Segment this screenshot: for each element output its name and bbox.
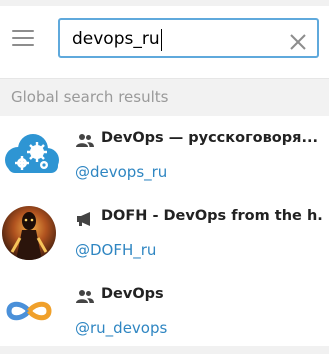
group-icon [75,289,95,305]
search-result-item[interactable]: DOFH - DevOps from the h... @DOFH_ru [0,194,329,272]
text-caret [161,29,162,51]
result-title: DevOps [101,286,164,302]
result-username: @DOFH_ru [75,241,157,259]
bottom-divider [0,346,329,354]
cloud-gears-icon [5,134,59,173]
clear-search-icon[interactable] [289,33,307,51]
hamburger-menu-icon[interactable] [10,27,36,47]
search-input[interactable] [72,27,277,51]
result-username: @devops_ru [75,163,168,181]
search-result-item[interactable]: DevOps — русскоговоря... @devops_ru [0,116,329,194]
result-title: DOFH - DevOps from the h... [101,208,323,224]
infinity-logo-icon [6,301,52,321]
result-title: DevOps — русскоговоря... [101,130,318,146]
group-icon [75,133,95,149]
avatar [0,194,60,272]
avatar [0,272,60,350]
channel-megaphone-icon [75,211,95,227]
result-username: @ru_devops [75,319,168,337]
search-result-item[interactable]: DevOps @ru_devops [0,272,329,350]
avatar [0,116,60,194]
search-box[interactable] [58,18,319,58]
section-title: Global search results [11,88,169,106]
global-search-section-header: Global search results [0,78,329,116]
fiery-figure-avatar [2,206,56,260]
